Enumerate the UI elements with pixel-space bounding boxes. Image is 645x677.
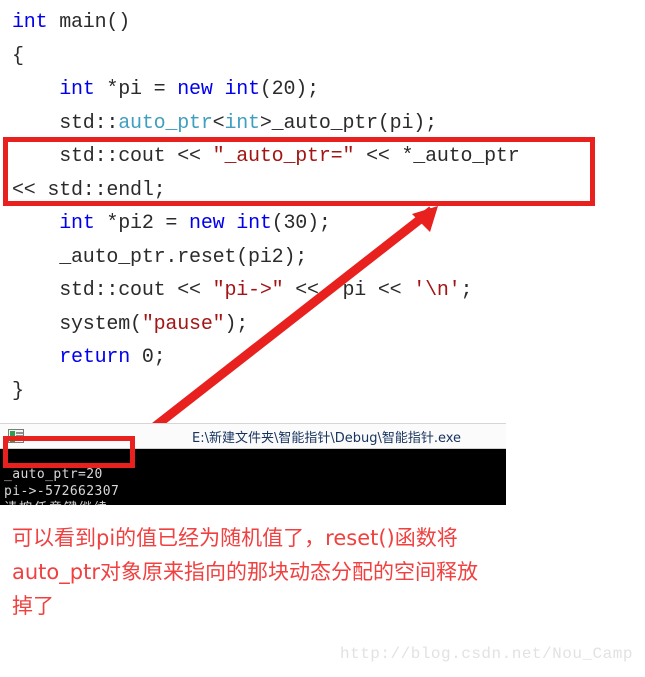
code-token-pln xyxy=(12,78,59,101)
code-token-kw: int xyxy=(59,78,95,101)
console-titlebar[interactable]: E:\新建文件夹\智能指针\Debug\智能指针.exe xyxy=(0,423,506,449)
code-token-kw: new xyxy=(189,212,225,235)
code-token-pln xyxy=(12,212,59,235)
code-token-typ: int xyxy=(224,111,260,135)
code-token-pln: < xyxy=(212,111,225,135)
code-token-pln xyxy=(12,346,59,369)
code-token-pln: } xyxy=(12,379,24,403)
code-token-pln: std:: xyxy=(12,111,119,135)
code-token-pln: main() xyxy=(47,11,131,34)
code-token-str: "pause" xyxy=(141,312,225,336)
code-token-kw: int xyxy=(59,212,95,235)
code-token-kw: int xyxy=(12,11,48,34)
code-line: system("pause"); xyxy=(12,308,645,342)
code-token-str: '\n' xyxy=(413,279,461,302)
code-line: std::auto_ptr<int>_auto_ptr(pi); xyxy=(12,107,645,141)
annotation-line: 可以看到pi的值已经为随机值了，reset()函数将 xyxy=(12,526,458,550)
code-token-pln xyxy=(213,78,225,101)
watermark-url: http://blog.csdn.net/Nou_Camp xyxy=(340,645,633,663)
code-listing: int main(){ int *pi = new int(20); std::… xyxy=(0,0,645,408)
code-token-kw: new xyxy=(177,78,213,101)
code-token-pln: 0; xyxy=(130,346,166,369)
code-token-typ: auto_ptr xyxy=(118,111,213,135)
code-token-pln: << *pi << xyxy=(283,279,414,302)
code-line: << std::endl; xyxy=(12,174,645,208)
code-token-pln: *pi2 = xyxy=(94,212,190,235)
code-token-str: "pi->" xyxy=(212,279,284,302)
code-line: } xyxy=(12,375,645,409)
console-title-text: E:\新建文件夹\智能指针\Debug\智能指针.exe xyxy=(192,430,462,446)
console-window-icon xyxy=(8,429,24,443)
console-output-line: pi->-572662307 xyxy=(4,484,120,499)
code-token-pln: (30); xyxy=(271,212,331,235)
code-token-pln: _auto_ptr.reset(pi2); xyxy=(12,245,308,269)
code-token-pln xyxy=(224,212,236,235)
code-line: return 0; xyxy=(12,341,645,375)
console-output: _auto_ptr=20 pi->-572662307请按任意键继续. . . xyxy=(0,449,506,505)
code-line: std::cout << "_auto_ptr=" << *_auto_ptr xyxy=(12,140,645,174)
code-token-pln: system( xyxy=(12,312,142,336)
code-line: _auto_ptr.reset(pi2); xyxy=(12,241,645,275)
code-token-pln: *pi = xyxy=(94,78,178,101)
code-token-pln: >_auto_ptr(pi); xyxy=(259,111,437,135)
annotation-line: 掉了 xyxy=(12,594,54,618)
annotation-line: auto_ptr对象原来指向的那块动态分配的空间释放 xyxy=(12,560,478,584)
code-token-kw: return xyxy=(59,346,131,369)
code-token-str: "_auto_ptr=" xyxy=(212,145,355,168)
annotation-note: 可以看到pi的值已经为随机值了，reset()函数将 auto_ptr对象原来指向… xyxy=(12,521,637,623)
code-token-pln: ); xyxy=(224,312,249,336)
code-token-kw: int xyxy=(224,78,260,101)
code-line: { xyxy=(12,40,645,74)
code-line: std::cout << "pi->" << *pi << '\n'; xyxy=(12,274,645,308)
code-token-kw: int xyxy=(236,212,272,235)
code-token-pln: ; xyxy=(460,279,473,302)
code-token-pln: { xyxy=(12,44,24,68)
code-token-pln: std::cout << xyxy=(12,145,213,168)
code-line: int main() xyxy=(12,6,645,40)
code-line: int *pi2 = new int(30); xyxy=(12,207,645,241)
code-token-pln: << std::endl; xyxy=(12,178,166,202)
code-token-pln: (20); xyxy=(259,78,319,101)
code-token-pln: std::cout << xyxy=(12,279,213,302)
console-window[interactable]: E:\新建文件夹\智能指针\Debug\智能指针.exe _auto_ptr=2… xyxy=(0,423,506,505)
code-token-pln: << *_auto_ptr xyxy=(354,145,520,168)
console-output-line: _auto_ptr=20 xyxy=(4,467,103,482)
console-output-line: 请按任意键继续. . . xyxy=(4,500,506,505)
code-line: int *pi = new int(20); xyxy=(12,73,645,107)
